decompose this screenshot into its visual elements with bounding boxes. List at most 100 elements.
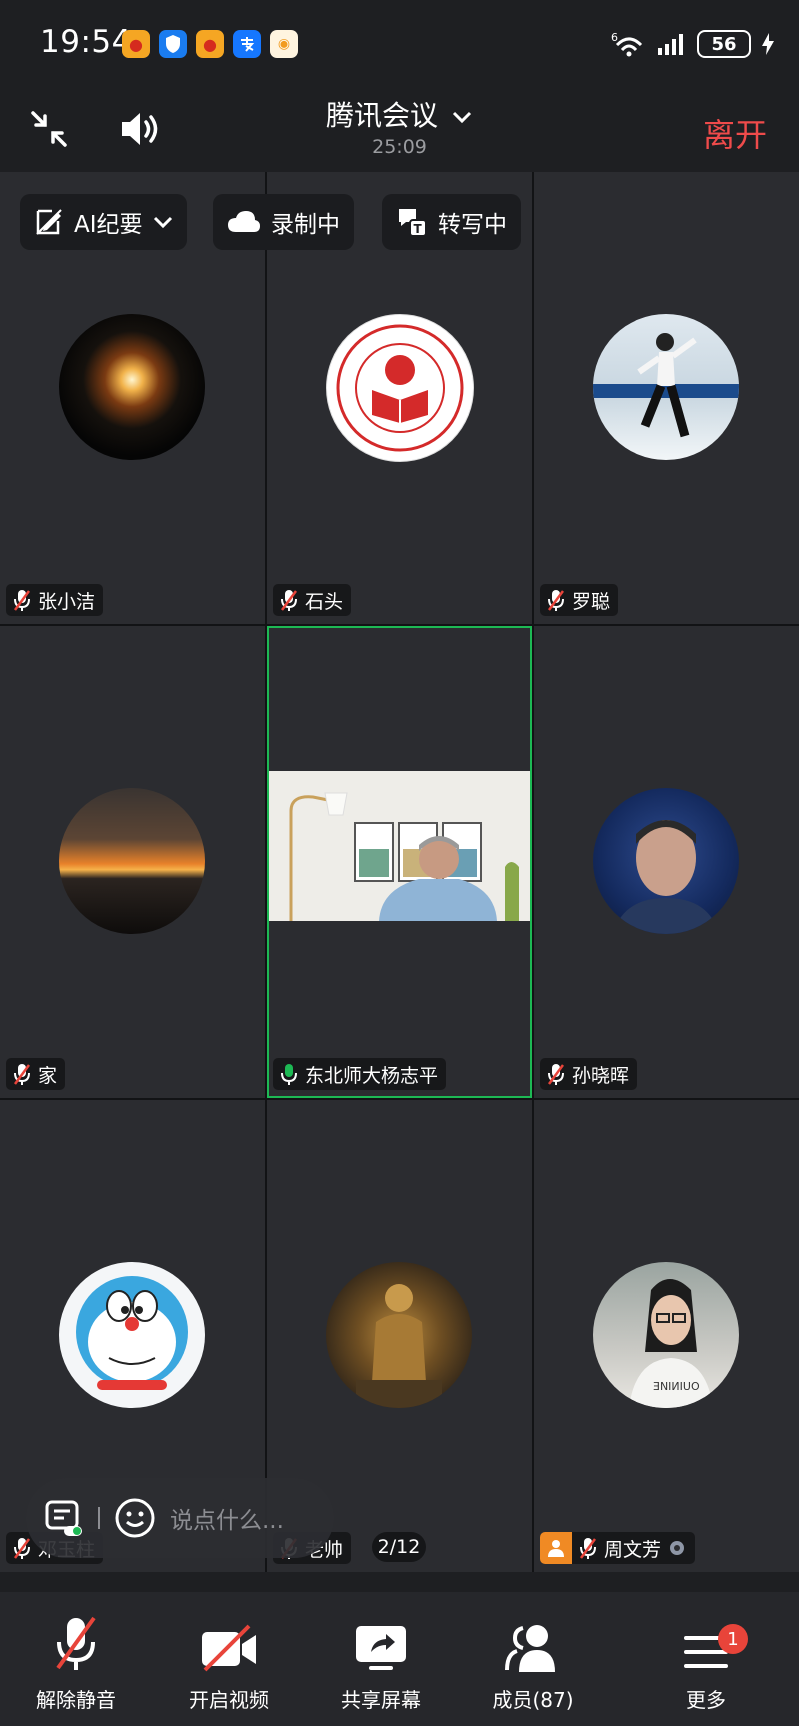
cartoon-cat-icon (76, 1276, 188, 1390)
mic-muted-icon (13, 590, 31, 611)
video-feed (269, 771, 530, 921)
transcribe-button[interactable]: T 转写中 (382, 194, 521, 250)
system-icons: 6 56 (611, 30, 775, 58)
video-grid: 张小洁 石头 罗聪 家 东北师大杨志平 孙晓晖 老帅 ƎNIИIUO 周文芳 A… (0, 172, 799, 1572)
gear-icon (670, 1541, 685, 1555)
mic-muted-icon (280, 590, 298, 611)
portrait-icon: ƎNIИIUO (629, 1279, 713, 1408)
participant-tile[interactable]: 家 (0, 626, 265, 1098)
wifi-icon: 6 (611, 31, 643, 57)
chat-input[interactable]: 说点什么... (170, 1501, 284, 1535)
weibo-icon-2: ● (196, 30, 224, 58)
more-button[interactable]: 1 更多 (636, 1610, 776, 1713)
chat-bar[interactable]: 说点什么... (26, 1478, 334, 1558)
room-scene-icon (269, 771, 530, 921)
bottom-toolbar: 解除静音 开启视频 共享屏幕 成员(87) 1 更多 (0, 1592, 799, 1726)
participant-tile[interactable]: 罗聪 (534, 172, 799, 624)
start-video-button[interactable]: 开启视频 (159, 1610, 299, 1713)
battery-indicator: 56 (697, 30, 751, 58)
mic-muted-icon (579, 1538, 597, 1559)
notification-icons: ● ● ◉ (122, 30, 298, 58)
charging-icon (762, 33, 774, 55)
participant-name: 罗聪 (572, 590, 611, 613)
avatar: ƎNIИIUO (593, 1262, 739, 1408)
name-tag: 家 (6, 1058, 66, 1090)
mic-muted-icon (13, 1064, 31, 1085)
mic-muted-icon (56, 1616, 96, 1670)
notification-badge: 1 (718, 1624, 748, 1654)
participant-name: 东北师大杨志平 (305, 1064, 439, 1087)
camera-off-icon (202, 1624, 256, 1672)
mic-muted-icon (13, 1538, 31, 1559)
skater-figure-icon (593, 333, 739, 438)
participant-tile[interactable]: ƎNIИIUO 周文芳 (534, 1100, 799, 1572)
status-time: 19:54 (40, 24, 132, 60)
name-tag: 东北师大杨志平 (273, 1058, 447, 1090)
avatar (59, 788, 205, 934)
leave-button[interactable]: 离开 (703, 110, 767, 156)
meeting-title-button[interactable]: 腾讯会议 (0, 94, 799, 134)
meeting-duration: 25:09 (372, 136, 427, 158)
weibo-icon: ● (122, 30, 150, 58)
network-generation: 6 (611, 31, 618, 44)
signal-icon (658, 34, 683, 55)
mic-muted-icon (547, 590, 565, 611)
ai-summary-button[interactable]: AI纪要 (20, 194, 187, 250)
host-icon (540, 1532, 572, 1564)
active-speaker-tile[interactable]: 东北师大杨志平 (267, 626, 532, 1098)
icon-wrap (636, 1610, 776, 1674)
avatar (326, 1262, 472, 1408)
name-tag: 张小洁 (6, 584, 104, 616)
more-label: 更多 (686, 1688, 726, 1712)
participant-name: 周文芳 (604, 1538, 662, 1561)
participant-name: 石头 (305, 590, 344, 613)
page-indicator: 2/12 (372, 1532, 426, 1562)
mic-on-icon (281, 1064, 297, 1085)
ai-summary-label: AI纪要 (74, 212, 143, 238)
meeting-title: 腾讯会议 (326, 99, 439, 132)
share-screen-icon (356, 1626, 406, 1670)
avatar (593, 314, 739, 460)
transcribe-label: 转写中 (438, 212, 507, 238)
icon-wrap (311, 1610, 451, 1674)
statue-icon (356, 1284, 442, 1408)
school-logo-icon (336, 324, 464, 452)
chevron-down-icon (153, 216, 172, 229)
start-video-label: 开启视频 (189, 1688, 269, 1712)
name-tag: 石头 (273, 584, 352, 616)
ai-edit-icon (36, 209, 62, 235)
share-screen-label: 共享屏幕 (341, 1688, 421, 1712)
emoji-icon[interactable] (114, 1497, 156, 1539)
members-icon (505, 1625, 555, 1672)
participant-tile[interactable]: 孙晓晖 (534, 626, 799, 1098)
members-button[interactable]: 成员(87) (463, 1610, 603, 1713)
icon-wrap (6, 1610, 146, 1674)
name-tag: 孙晓晖 (540, 1058, 638, 1090)
name-tag: 罗聪 (540, 584, 619, 616)
recording-label: 录制中 (271, 212, 340, 238)
participant-name: 家 (38, 1064, 58, 1087)
icon-wrap (463, 1610, 603, 1674)
participant-name: 孙晓晖 (572, 1064, 630, 1087)
portrait-icon (613, 820, 719, 934)
avatar (59, 1262, 205, 1408)
chevron-down-icon (452, 111, 472, 124)
recording-button[interactable]: 录制中 (213, 194, 354, 250)
svg-text:T: T (414, 222, 423, 236)
meeting-header: 腾讯会议 25:09 离开 (0, 90, 799, 172)
share-screen-button[interactable]: 共享屏幕 (311, 1610, 451, 1713)
avatar (593, 788, 739, 934)
transcribe-icon: T (399, 209, 427, 237)
mic-muted-icon (547, 1064, 565, 1085)
cloud-icon (228, 211, 260, 232)
status-bar: 19:54 ● ● ◉ 6 56 (0, 0, 799, 90)
participant-name: 张小洁 (38, 590, 96, 613)
name-tag: 周文芳 (540, 1532, 696, 1564)
unmute-button[interactable]: 解除静音 (6, 1610, 146, 1713)
chat-bubble-icon (45, 1500, 82, 1536)
unmute-label: 解除静音 (36, 1688, 116, 1712)
alipay-icon (233, 30, 261, 58)
avatar (326, 314, 474, 462)
members-label: 成员(87) (492, 1688, 574, 1712)
svg-text:ƎNIИIUO: ƎNIИIUO (653, 1380, 700, 1393)
